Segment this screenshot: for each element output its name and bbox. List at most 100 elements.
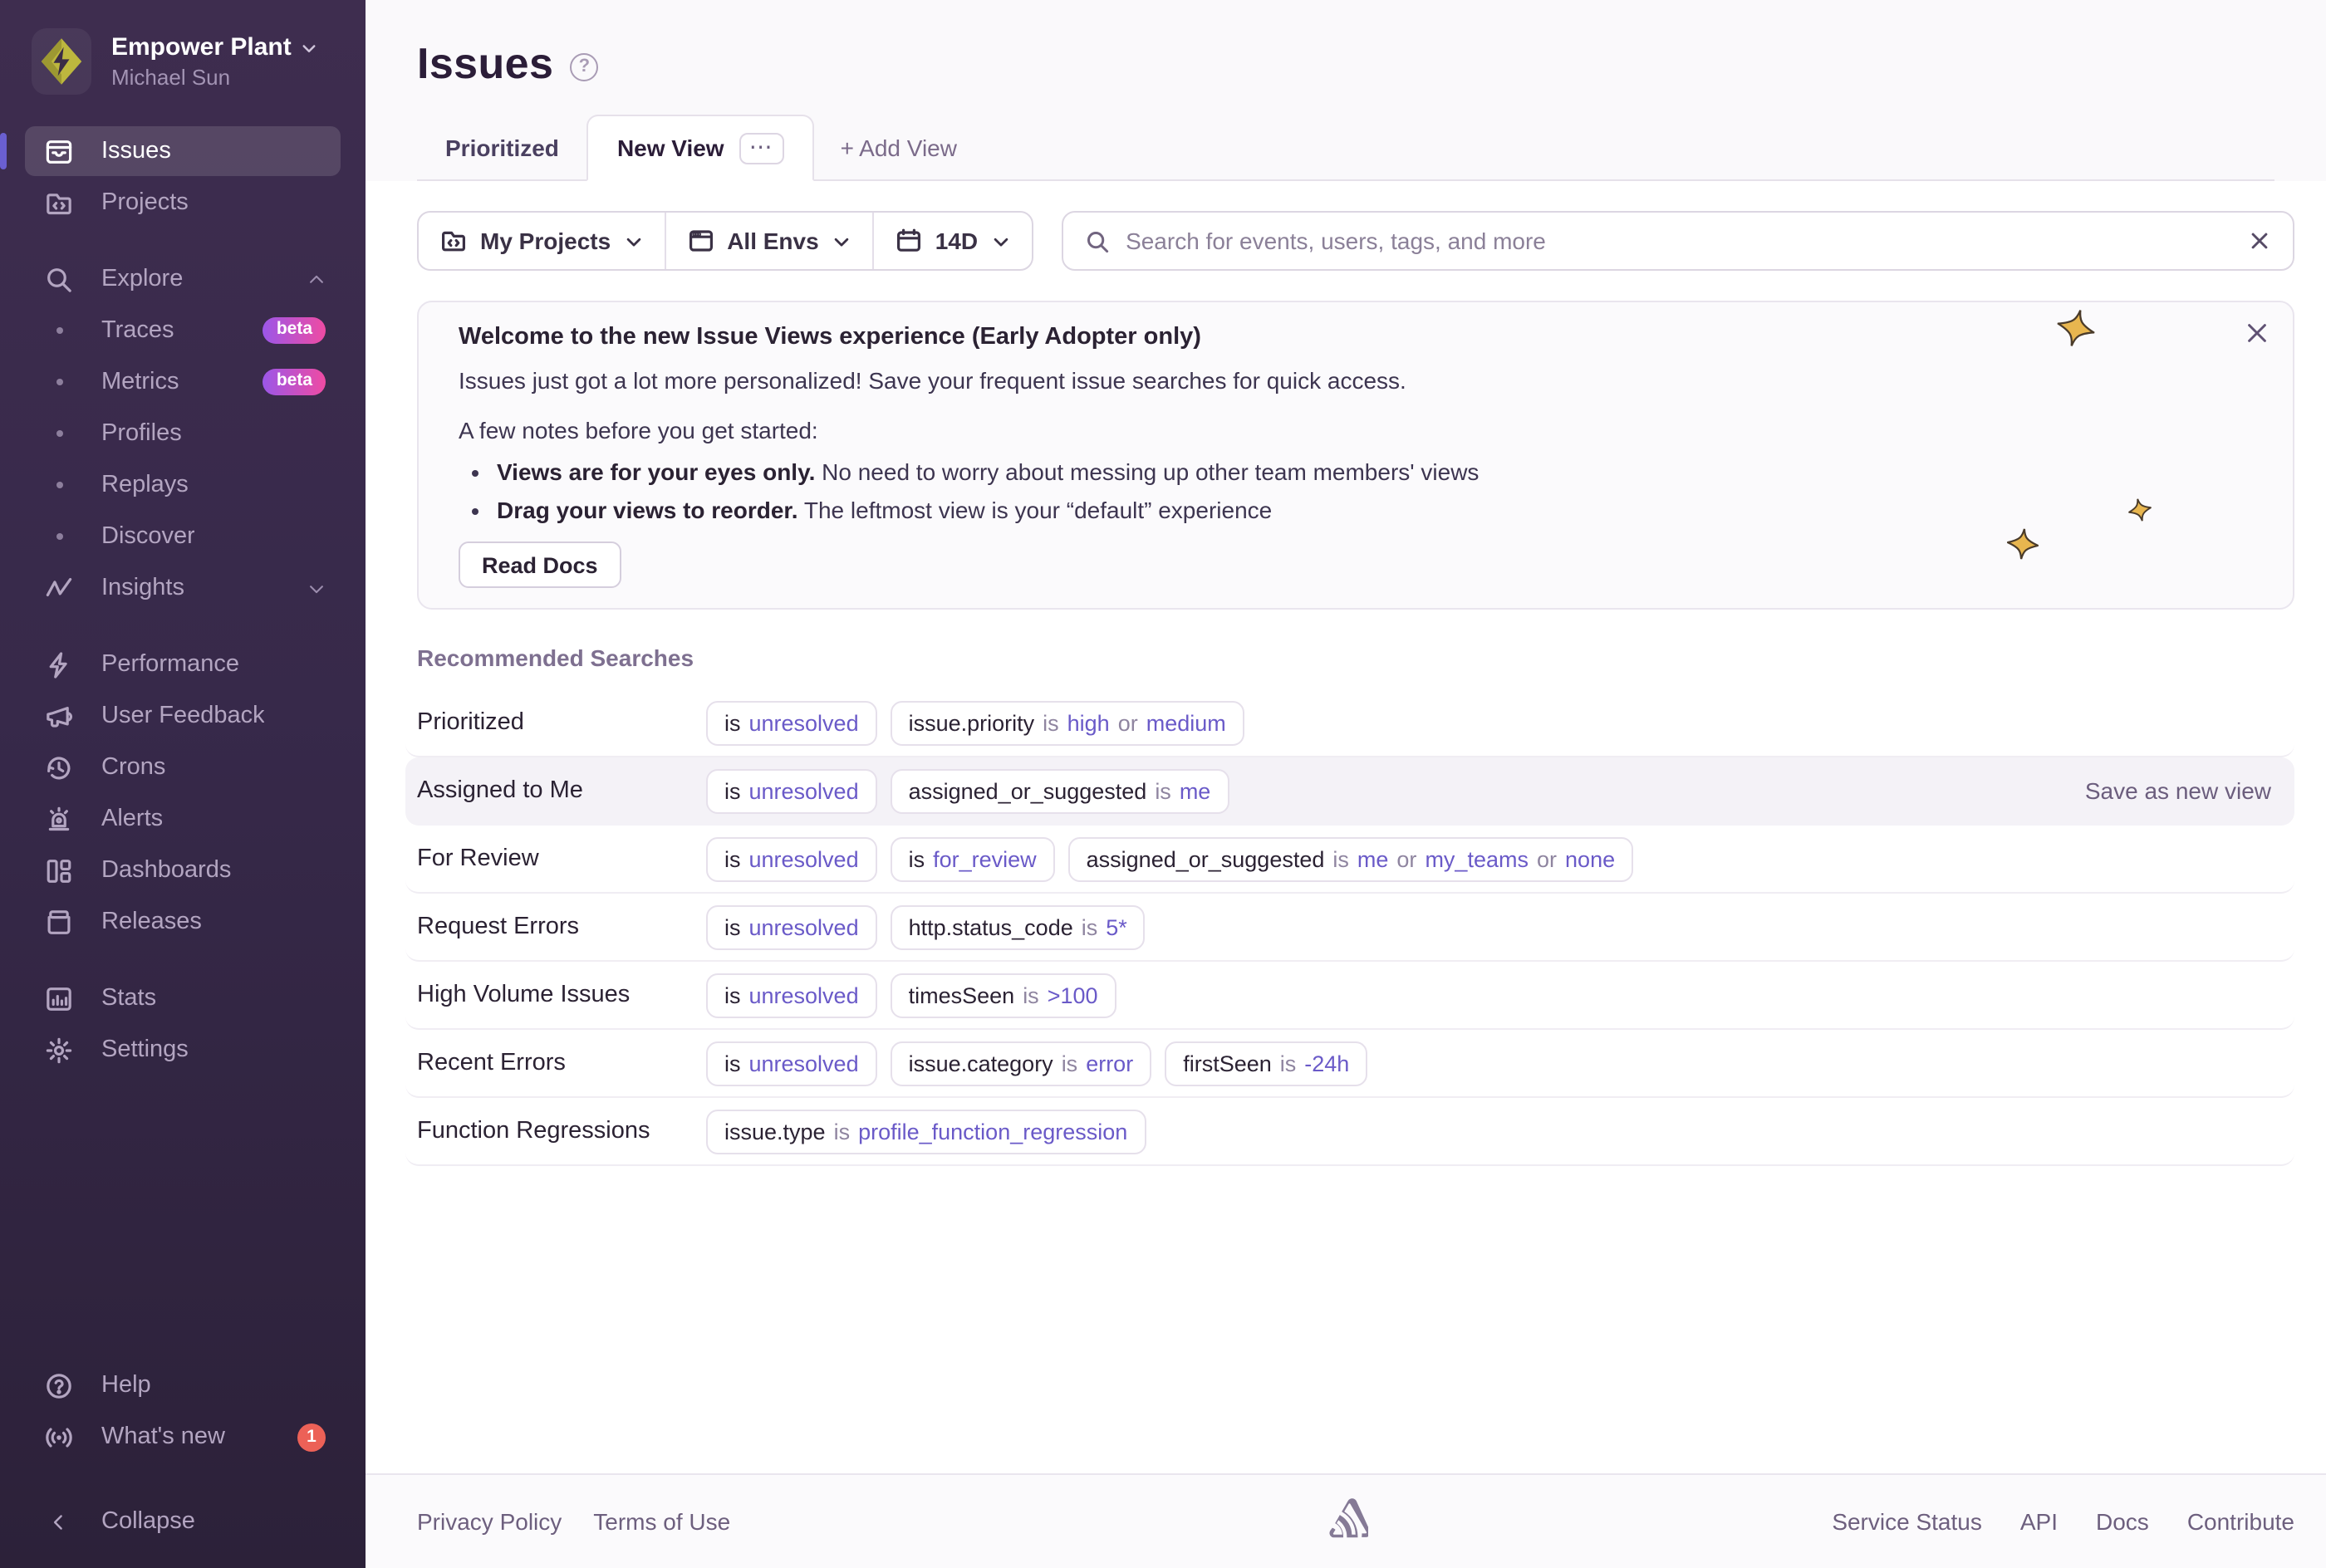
search-name: High Volume Issues <box>417 982 706 1008</box>
sidebar-item-label: Help <box>101 1372 151 1399</box>
org-switcher[interactable]: Empower Plant Michael Sun <box>0 0 366 115</box>
query-token: issue.type <box>724 1119 826 1144</box>
insights-icon <box>45 574 73 602</box>
recommended-search-row[interactable]: Assigned to Meisunresolvedassigned_or_su… <box>405 757 2294 826</box>
query-token: me <box>1357 846 1389 871</box>
query-token: is <box>834 1119 851 1144</box>
sidebar-item-stats[interactable]: Stats <box>25 973 341 1023</box>
sidebar-item-label: Insights <box>101 575 184 601</box>
footer-link[interactable]: Terms of Use <box>593 1508 730 1535</box>
add-view-button[interactable]: + Add View <box>814 115 984 179</box>
bar-chart-icon <box>45 984 73 1012</box>
clock-icon <box>45 753 73 782</box>
bullet-icon <box>45 419 73 448</box>
sidebar-item-insights[interactable]: Insights <box>25 563 341 613</box>
query-token-pill: isunresolved <box>706 836 877 881</box>
content: My Projects All Envs 14D <box>366 181 2326 1473</box>
window-icon <box>687 228 714 254</box>
query-token: assigned_or_suggested <box>909 778 1147 803</box>
footer-link[interactable]: API <box>2020 1508 2058 1535</box>
query-token: error <box>1086 1051 1133 1076</box>
project-filter-button[interactable]: My Projects <box>419 213 664 269</box>
recommended-search-row[interactable]: Request Errorsisunresolvedhttp.status_co… <box>405 894 2294 962</box>
query-token: high <box>1067 710 1110 735</box>
query-token-pill: http.status_codeis5* <box>891 904 1146 949</box>
query-token-pill: issue.priorityishighormedium <box>891 700 1244 745</box>
query-token: me <box>1180 778 1211 803</box>
sidebar-item-replays[interactable]: Replays <box>25 460 341 510</box>
tab-options-icon[interactable]: ⋯ <box>739 132 784 164</box>
recommended-search-row[interactable]: Recent Errorsisunresolvedissue.categoryi… <box>405 1030 2294 1098</box>
footer-link[interactable]: Privacy Policy <box>417 1508 562 1535</box>
banner-close-icon[interactable] <box>2245 321 2270 345</box>
sidebar-item-label: Stats <box>101 985 156 1012</box>
tab-new-view[interactable]: New View ⋯ <box>587 115 814 181</box>
sidebar-item-label: Profiles <box>101 420 182 447</box>
query-token: or <box>1396 846 1416 871</box>
siren-icon <box>45 805 73 833</box>
sidebar-item-dashboards[interactable]: Dashboards <box>25 845 341 895</box>
query-token: my_teams <box>1425 846 1529 871</box>
query-token: is <box>1023 982 1039 1007</box>
bullet-icon <box>45 316 73 345</box>
page-header: Issues ? Prioritized New View ⋯ + Add Vi… <box>366 0 2326 181</box>
sidebar-item-user-feedback[interactable]: User Feedback <box>25 691 341 741</box>
environment-filter-button[interactable]: All Envs <box>664 213 872 269</box>
sidebar-item-traces[interactable]: Tracesbeta <box>25 306 341 355</box>
search-input[interactable] <box>1126 228 2231 254</box>
query-token: issue.category <box>909 1051 1053 1076</box>
sidebar-item-discover[interactable]: Discover <box>25 512 341 561</box>
sidebar-item-label: Performance <box>101 651 239 678</box>
sidebar-item-performance[interactable]: Performance <box>25 639 341 689</box>
query-token-pill: issue.categoryiserror <box>891 1041 1152 1085</box>
date-filter-button[interactable]: 14D <box>872 213 1031 269</box>
query-token-pill: isunresolved <box>706 1041 877 1085</box>
query-token: unresolved <box>749 846 859 871</box>
footer-link[interactable]: Docs <box>2096 1508 2149 1535</box>
sidebar-item-profiles[interactable]: Profiles <box>25 409 341 458</box>
search-name: Request Errors <box>417 914 706 940</box>
sidebar-item-label: Metrics <box>101 369 179 395</box>
view-tabs: Prioritized New View ⋯ + Add View <box>417 115 2274 181</box>
recommended-search-row[interactable]: For Reviewisunresolvedisfor_reviewassign… <box>405 826 2294 894</box>
tab-prioritized[interactable]: Prioritized <box>417 115 587 179</box>
sidebar-item-collapse[interactable]: Collapse <box>25 1497 341 1546</box>
sidebar-item-help[interactable]: Help <box>25 1360 341 1410</box>
query-token: firstSeen <box>1183 1051 1272 1076</box>
sidebar-item-projects[interactable]: Projects <box>25 178 341 228</box>
footer-link[interactable]: Contribute <box>2187 1508 2294 1535</box>
sidebar-item-crons[interactable]: Crons <box>25 742 341 792</box>
sidebar-item-issues[interactable]: Issues <box>25 126 341 176</box>
sidebar-item-metrics[interactable]: Metricsbeta <box>25 357 341 407</box>
sidebar-item-alerts[interactable]: Alerts <box>25 794 341 844</box>
sidebar-item-label: Releases <box>101 909 202 935</box>
query-token: is <box>1155 778 1171 803</box>
query-token: 5* <box>1106 914 1127 939</box>
issues-icon <box>45 137 73 165</box>
sidebar-item-label: Settings <box>101 1036 189 1063</box>
chevron-down-icon <box>832 232 851 250</box>
read-docs-button[interactable]: Read Docs <box>459 541 621 588</box>
page-title: Issues <box>417 38 553 90</box>
filter-row: My Projects All Envs 14D <box>417 211 2294 271</box>
query-token-pill: assigned_or_suggested isme <box>891 768 1229 813</box>
recommended-searches-list: Prioritizedisunresolvedissue.priorityish… <box>405 689 2294 1166</box>
sidebar-item-releases[interactable]: Releases <box>25 897 341 947</box>
sidebar-item-explore[interactable]: Explore <box>25 254 341 304</box>
bullet-icon <box>45 471 73 499</box>
recommended-search-row[interactable]: Function Regressionsissue.typeisprofile_… <box>405 1098 2294 1166</box>
query-pills: isunresolvedissue.priorityishighormedium <box>706 700 1244 745</box>
sidebar-item-label: Issues <box>101 138 171 164</box>
search-name: Prioritized <box>417 709 706 736</box>
sidebar-item-settings[interactable]: Settings <box>25 1025 341 1075</box>
recommended-search-row[interactable]: Prioritizedisunresolvedissue.priorityish… <box>405 689 2294 757</box>
footer-link[interactable]: Service Status <box>1832 1508 1982 1535</box>
recommended-search-row[interactable]: High Volume IssuesisunresolvedtimesSeeni… <box>405 962 2294 1030</box>
chevron-down-icon <box>307 579 326 597</box>
clear-search-icon[interactable] <box>2248 229 2271 252</box>
sidebar-item-label: Crons <box>101 754 165 781</box>
help-icon[interactable]: ? <box>570 52 598 81</box>
sidebar-item-whats-new[interactable]: What's new1 <box>25 1412 341 1462</box>
save-as-new-view-button[interactable]: Save as new view <box>2085 777 2279 804</box>
search-name: Assigned to Me <box>417 777 706 804</box>
